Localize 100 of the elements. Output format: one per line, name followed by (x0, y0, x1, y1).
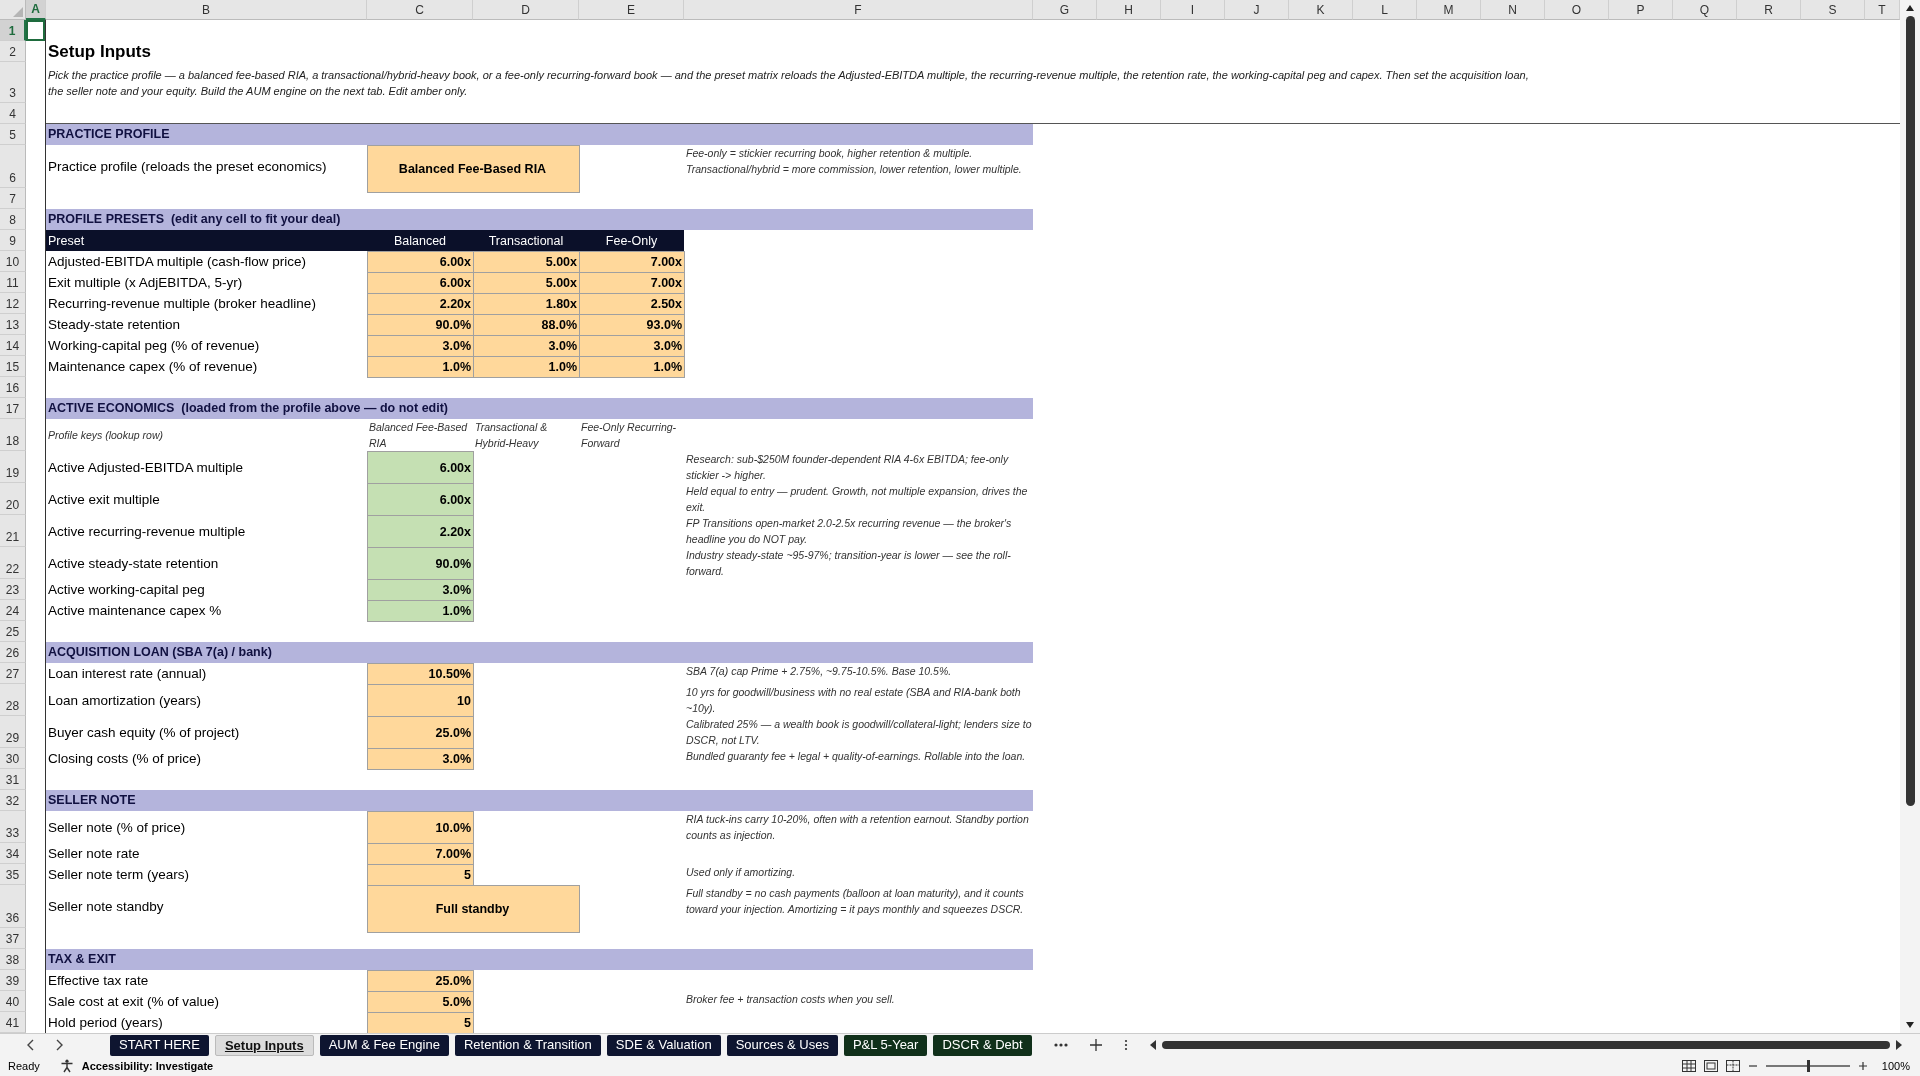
column-header[interactable]: R (1737, 0, 1801, 20)
row-header[interactable]: 32 (0, 790, 26, 811)
row-header[interactable]: 25 (0, 621, 26, 642)
row-header[interactable]: 38 (0, 949, 26, 970)
row-header[interactable]: 24 (0, 600, 26, 621)
input-cell[interactable]: 7.00x (579, 272, 685, 294)
column-header[interactable]: E (579, 0, 684, 20)
scroll-left-icon[interactable] (1149, 1040, 1156, 1050)
row-header[interactable]: 41 (0, 1012, 26, 1033)
page-break-icon[interactable] (1725, 1060, 1740, 1072)
sheet-tab[interactable]: P&L 5-Year (843, 1034, 928, 1056)
input-cell[interactable]: 25.0% (367, 716, 474, 749)
sheet-tab[interactable]: AUM & Fee Engine (319, 1034, 449, 1056)
row-header[interactable]: 2 (0, 41, 26, 62)
row-header[interactable]: 6 (0, 145, 26, 188)
row-header[interactable]: 19 (0, 451, 26, 483)
row-header[interactable]: 11 (0, 272, 26, 293)
row-header[interactable]: 34 (0, 843, 26, 864)
zoom-slider-thumb[interactable] (1806, 1060, 1810, 1072)
row-header[interactable]: 17 (0, 398, 26, 419)
add-sheet-icon[interactable] (1089, 1039, 1102, 1051)
dropdown-cell[interactable]: Balanced Fee-Based RIA (367, 145, 580, 193)
row-header[interactable]: 31 (0, 769, 26, 790)
scroll-down-icon[interactable] (1905, 1021, 1915, 1029)
row-header[interactable]: 3 (0, 62, 26, 103)
horizontal-scrollbar[interactable] (1149, 1040, 1902, 1050)
input-cell[interactable]: 93.0% (579, 314, 685, 336)
column-header[interactable]: K (1289, 0, 1353, 20)
column-header[interactable]: M (1417, 0, 1481, 20)
sheet-tab[interactable]: Retention & Transition (454, 1034, 601, 1056)
sheet-tab[interactable]: Sources & Uses (726, 1034, 838, 1056)
column-header[interactable]: N (1481, 0, 1545, 20)
zoom-in-icon[interactable] (1857, 1061, 1868, 1071)
column-header[interactable]: Q (1673, 0, 1737, 20)
scrollbar-thumb[interactable] (1161, 1041, 1890, 1049)
scrollbar-thumb[interactable] (1905, 16, 1915, 806)
column-header[interactable]: I (1161, 0, 1225, 20)
row-header[interactable]: 9 (0, 230, 26, 251)
row-header[interactable]: 14 (0, 335, 26, 356)
row-header[interactable]: 15 (0, 356, 26, 377)
column-header[interactable]: L (1353, 0, 1417, 20)
row-header[interactable]: 22 (0, 547, 26, 579)
row-header[interactable]: 33 (0, 811, 26, 843)
row-header[interactable]: 40 (0, 991, 26, 1012)
row-header[interactable]: 16 (0, 377, 26, 398)
accessibility-icon[interactable] (59, 1059, 74, 1073)
accessibility-status[interactable]: Accessibility: Investigate (81, 1060, 214, 1072)
column-header[interactable]: B (46, 0, 367, 20)
dropdown-cell[interactable]: Full standby (367, 885, 580, 933)
sheet-tab[interactable]: SDE & Valuation (606, 1034, 721, 1056)
input-cell[interactable]: 3.0% (367, 748, 474, 770)
column-header[interactable]: T (1865, 0, 1900, 20)
input-cell[interactable]: 7.00% (367, 843, 474, 865)
row-header[interactable]: 18 (0, 419, 26, 451)
input-cell[interactable]: 5.00x (473, 272, 580, 294)
row-header[interactable]: 26 (0, 642, 26, 663)
column-header[interactable]: H (1097, 0, 1161, 20)
column-header[interactable]: G (1033, 0, 1097, 20)
row-header[interactable]: 7 (0, 188, 26, 209)
input-cell[interactable]: 7.00x (579, 251, 685, 273)
more-icon[interactable] (1053, 1043, 1068, 1047)
row-header[interactable]: 29 (0, 716, 26, 748)
input-cell[interactable]: 90.0% (367, 314, 474, 336)
row-header[interactable]: 1 (0, 20, 26, 41)
column-header[interactable]: C (367, 0, 473, 20)
input-cell[interactable]: 3.0% (473, 335, 580, 357)
input-cell[interactable]: 1.80x (473, 293, 580, 315)
input-cell[interactable]: 1.0% (579, 356, 685, 378)
page-layout-icon[interactable] (1703, 1060, 1718, 1072)
vertical-scrollbar[interactable] (1900, 0, 1920, 1033)
input-cell[interactable]: 5.00x (473, 251, 580, 273)
row-header[interactable]: 4 (0, 103, 26, 124)
scroll-right-icon[interactable] (1896, 1040, 1902, 1050)
input-cell[interactable]: 5.0% (367, 991, 474, 1013)
column-header[interactable]: F (684, 0, 1033, 20)
sheet-tab[interactable]: DSCR & Debt (933, 1034, 1032, 1056)
column-header[interactable]: O (1545, 0, 1609, 20)
input-cell[interactable]: 2.50x (579, 293, 685, 315)
row-header[interactable]: 21 (0, 515, 26, 547)
row-header[interactable]: 35 (0, 864, 26, 885)
column-header[interactable]: J (1225, 0, 1289, 20)
row-header[interactable]: 36 (0, 885, 26, 928)
row-header[interactable]: 23 (0, 579, 26, 600)
sheet-tab[interactable]: START HERE (110, 1034, 209, 1056)
row-header[interactable]: 37 (0, 928, 26, 949)
input-cell[interactable]: 3.0% (579, 335, 685, 357)
row-header[interactable]: 10 (0, 251, 26, 272)
input-cell[interactable]: 10.0% (367, 811, 474, 844)
zoom-level[interactable]: 100% (1881, 1060, 1910, 1072)
scroll-up-icon[interactable] (1905, 4, 1915, 12)
row-header[interactable]: 13 (0, 314, 26, 335)
options-icon[interactable] (1123, 1039, 1128, 1051)
input-cell[interactable]: 5 (367, 1012, 474, 1034)
input-cell[interactable]: 3.0% (367, 335, 474, 357)
column-header[interactable]: D (473, 0, 579, 20)
input-cell[interactable]: 6.00x (367, 251, 474, 273)
row-header[interactable]: 39 (0, 970, 26, 991)
input-cell[interactable]: 2.20x (367, 293, 474, 315)
input-cell[interactable]: 10 (367, 684, 474, 717)
column-header[interactable]: A (26, 0, 46, 20)
